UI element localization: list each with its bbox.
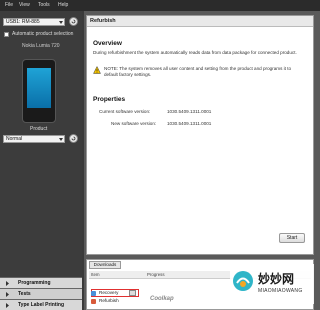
row-action-button[interactable] bbox=[129, 290, 136, 296]
properties-heading: Properties bbox=[93, 96, 126, 103]
nav-type-label-printing-label: Type Label Printing bbox=[18, 302, 65, 308]
watermark-left: Coolkap bbox=[150, 296, 174, 302]
product-combo[interactable]: Normal bbox=[3, 135, 65, 143]
brand-cn: 妙妙网 bbox=[258, 272, 295, 286]
warning-icon bbox=[93, 66, 101, 74]
note-text: NOTE: The system removes all user conten… bbox=[104, 66, 292, 77]
panel-header: Refurbish bbox=[87, 16, 313, 27]
product-combo-value: Normal bbox=[6, 136, 23, 142]
refresh-icon bbox=[71, 136, 76, 141]
refresh-device-button[interactable] bbox=[69, 17, 78, 26]
nav-tests[interactable]: Tests bbox=[0, 288, 82, 299]
expand-arrow-icon bbox=[6, 281, 9, 286]
current-version-label: Current software version: bbox=[99, 109, 151, 114]
nav-tests-label: Tests bbox=[18, 291, 31, 297]
nav-programming-label: Programming bbox=[18, 280, 51, 286]
menu-bar: File View Tools Help bbox=[0, 0, 320, 11]
menu-file[interactable]: File bbox=[5, 2, 13, 8]
chevron-down-icon bbox=[59, 138, 63, 141]
panel-title: Refurbish bbox=[90, 18, 116, 24]
brand-en: MIAOMIAOWANG bbox=[258, 288, 303, 294]
product-label: Product bbox=[30, 126, 48, 132]
refresh-icon bbox=[71, 19, 76, 24]
list-item-label: Recovery bbox=[99, 290, 119, 295]
nav-type-label-printing[interactable]: Type Label Printing bbox=[0, 299, 82, 310]
menu-tools[interactable]: Tools bbox=[38, 2, 50, 8]
expand-arrow-icon bbox=[6, 303, 9, 308]
phone-image bbox=[22, 59, 56, 123]
nav-programming[interactable]: Programming bbox=[0, 277, 82, 288]
current-version-value: 1030.5409.1311.0001 bbox=[167, 109, 212, 114]
refurbish-icon bbox=[91, 299, 96, 304]
refresh-product-button[interactable] bbox=[69, 134, 78, 143]
auto-selection-checkbox[interactable] bbox=[4, 32, 9, 37]
menu-view[interactable]: View bbox=[19, 2, 30, 8]
chevron-down-icon bbox=[59, 21, 63, 24]
overview-heading: Overview bbox=[93, 40, 122, 47]
watermark: 妙妙网 MIAOMIAOWANG bbox=[230, 264, 314, 304]
auto-selection-label: Automatic product selection bbox=[12, 31, 74, 37]
device-name: Nokia Lumia 720 bbox=[22, 43, 60, 49]
col-progress: Progress bbox=[147, 272, 165, 277]
device-combo-value: USB1: RM-885 bbox=[6, 19, 40, 25]
sidebar: USB1: RM-885 Automatic product selection… bbox=[0, 11, 82, 310]
brand-logo-icon bbox=[233, 271, 253, 291]
device-combo[interactable]: USB1: RM-885 bbox=[3, 18, 65, 26]
expand-arrow-icon bbox=[6, 292, 9, 297]
new-version-label: New software version: bbox=[111, 121, 157, 126]
overview-text: During refurbishment the system automati… bbox=[93, 50, 297, 55]
new-version-value: 1030.5409.1311.0001 bbox=[167, 121, 212, 126]
col-item: Item bbox=[91, 272, 100, 277]
tab-downloads[interactable]: Downloads bbox=[89, 261, 121, 269]
menu-help[interactable]: Help bbox=[58, 2, 68, 8]
recovery-icon bbox=[91, 291, 96, 296]
list-item-label: Refurbish bbox=[99, 298, 119, 303]
refurbish-panel: Refurbish Overview During refurbishment … bbox=[86, 15, 314, 255]
start-button[interactable]: Start bbox=[279, 233, 305, 243]
